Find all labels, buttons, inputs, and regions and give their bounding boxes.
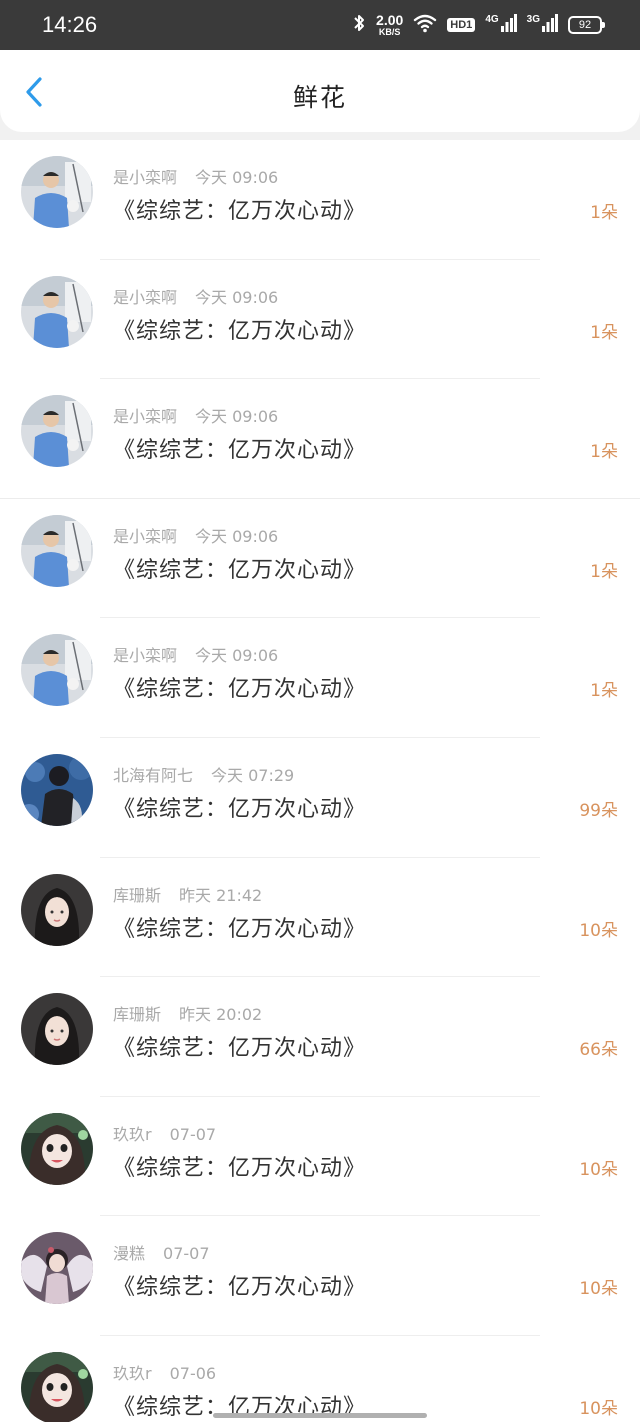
status-bar: 14:26 2.00 KB/S HD1 4G 3G 92 [0, 0, 640, 50]
avatar[interactable] [21, 514, 93, 587]
list-item[interactable]: 库珊斯 昨天 21:42 《综综艺：亿万次心动》 10朵 [0, 858, 640, 978]
flower-count: 10朵 [579, 920, 618, 941]
sender-name: 北海有阿七 [113, 765, 194, 785]
list-item[interactable]: 库珊斯 昨天 20:02 《综综艺：亿万次心动》 66朵 [0, 977, 640, 1097]
sender-meta: 是小栾啊 今天 09:06 [113, 642, 278, 666]
flower-count: 10朵 [579, 1398, 618, 1419]
send-time: 今天 09:06 [195, 168, 279, 187]
sender-meta: 是小栾啊 今天 09:06 [113, 284, 278, 308]
sender-name: 玖玖r [113, 1124, 152, 1144]
send-time: 07-07 [169, 1124, 217, 1144]
flower-count: 1朵 [590, 203, 618, 223]
signal-2: 3G [527, 14, 558, 36]
send-time: 07-06 [169, 1363, 217, 1383]
sender-meta: 玖玖r 07-07 [113, 1121, 216, 1145]
sender-name: 库珊斯 [113, 1005, 162, 1025]
sender-meta: 是小栾啊 今天 09:06 [113, 164, 278, 188]
net-speed: 2.00 KB/S [376, 13, 403, 37]
book-title: 《综综艺：亿万次心动》 [113, 1275, 367, 1301]
sender-name: 是小栾啊 [113, 526, 178, 546]
avatar[interactable] [21, 873, 93, 946]
avatar[interactable] [21, 634, 93, 707]
avatar[interactable] [21, 275, 93, 348]
list-item[interactable]: 是小栾啊 今天 09:06 《综综艺：亿万次心动》 1朵 [0, 260, 640, 380]
flower-list: 是小栾啊 今天 09:06 《综综艺：亿万次心动》 1朵 是小栾啊 今天 09:06 《综综… [0, 140, 640, 1422]
list-item[interactable]: 北海有阿七 今天 07:29 《综综艺：亿万次心动》 99朵 [0, 738, 640, 858]
sender-name: 玖玖r [113, 1363, 152, 1383]
list-item[interactable]: 玖玖r 07-06 《综综艺：亿万次心动》 10朵 [0, 1336, 640, 1422]
list-item[interactable]: 玖玖r 07-07 《综综艺：亿万次心动》 10朵 [0, 1097, 640, 1217]
sender-meta: 北海有阿七 今天 07:29 [113, 762, 294, 786]
book-title: 《综综艺：亿万次心动》 [113, 438, 367, 464]
flower-count: 10朵 [579, 1159, 618, 1180]
sender-meta: 漫糕 07-07 [113, 1240, 210, 1264]
flower-count: 1朵 [590, 442, 618, 463]
sender-name: 漫糕 [113, 1244, 146, 1264]
sender-name: 是小栾啊 [113, 287, 178, 307]
avatar[interactable] [21, 1112, 93, 1185]
flower-count: 10朵 [579, 1279, 618, 1300]
send-time: 今天 07:29 [211, 765, 295, 785]
battery-icon: 92 [568, 16, 605, 34]
avatar[interactable] [21, 1351, 93, 1422]
list-item[interactable]: 是小栾啊 今天 09:06 《综综艺：亿万次心动》 1朵 [0, 379, 640, 499]
send-time: 昨天 20:02 [179, 1005, 263, 1025]
home-indicator[interactable] [213, 1413, 427, 1418]
book-title: 《综综艺：亿万次心动》 [113, 796, 367, 822]
book-title: 《综综艺：亿万次心动》 [113, 1036, 367, 1062]
book-title: 《综综艺：亿万次心动》 [113, 199, 367, 224]
avatar[interactable] [21, 1232, 93, 1305]
net-speed-unit: KB/S [378, 27, 401, 37]
flower-count: 1朵 [590, 681, 618, 702]
header: 鲜花 [0, 50, 640, 132]
sender-meta: 库珊斯 昨天 21:42 [113, 882, 262, 906]
status-time: 14:26 [42, 12, 98, 37]
signal-1-label: 4G [485, 14, 499, 25]
net-speed-value: 2.00 [376, 12, 404, 28]
hd-badge: HD1 [447, 18, 476, 32]
list-item[interactable]: 是小栾啊 今天 09:06 《综综艺：亿万次心动》 1朵 [0, 140, 640, 260]
send-time: 07-07 [163, 1244, 210, 1264]
battery-level: 92 [578, 19, 592, 31]
sender-name: 是小栾啊 [113, 168, 178, 187]
avatar[interactable] [21, 395, 93, 468]
book-title: 《综综艺：亿万次心动》 [113, 557, 367, 583]
send-time: 今天 09:06 [195, 287, 279, 307]
sender-name: 库珊斯 [113, 885, 162, 905]
signal-2-label: 3G [526, 14, 540, 25]
avatar[interactable] [21, 993, 93, 1066]
flower-count: 1朵 [590, 561, 618, 582]
sender-name: 是小栾啊 [113, 407, 178, 427]
sender-meta: 玖玖r 07-06 [113, 1360, 216, 1384]
header-area: 鲜花 [0, 50, 640, 140]
flower-count: 1朵 [590, 322, 618, 343]
send-time: 今天 09:06 [195, 646, 279, 666]
send-time: 今天 09:06 [195, 526, 279, 546]
bluetooth-icon [352, 12, 366, 38]
signal-bars-icon [542, 14, 558, 36]
status-icons: 2.00 KB/S HD1 4G 3G 92 [352, 12, 605, 38]
page-title: 鲜花 [292, 83, 347, 112]
wifi-icon [413, 13, 437, 37]
sender-meta: 是小栾啊 今天 09:06 [113, 523, 278, 547]
sender-meta: 库珊斯 昨天 20:02 [113, 1001, 262, 1025]
signal-bars-icon [500, 14, 517, 36]
list-item[interactable]: 是小栾啊 今天 09:06 《综综艺：亿万次心动》 1朵 [0, 499, 640, 619]
book-title: 《综综艺：亿万次心动》 [113, 1155, 367, 1181]
flower-count: 66朵 [579, 1040, 618, 1061]
avatar[interactable] [21, 156, 93, 228]
send-time: 今天 09:06 [195, 407, 279, 427]
signal-1: 4G [485, 14, 517, 36]
book-title: 《综综艺：亿万次心动》 [113, 677, 367, 703]
send-time: 昨天 21:42 [179, 885, 263, 905]
sender-name: 是小栾啊 [113, 646, 178, 666]
list-item[interactable]: 漫糕 07-07 《综综艺：亿万次心动》 10朵 [0, 1216, 640, 1336]
sender-meta: 是小栾啊 今天 09:06 [113, 403, 278, 427]
book-title: 《综综艺：亿万次心动》 [113, 318, 367, 344]
flower-count: 99朵 [579, 800, 618, 821]
list-item[interactable]: 是小栾啊 今天 09:06 《综综艺：亿万次心动》 1朵 [0, 618, 640, 738]
avatar[interactable] [21, 753, 93, 826]
book-title: 《综综艺：亿万次心动》 [113, 916, 367, 942]
